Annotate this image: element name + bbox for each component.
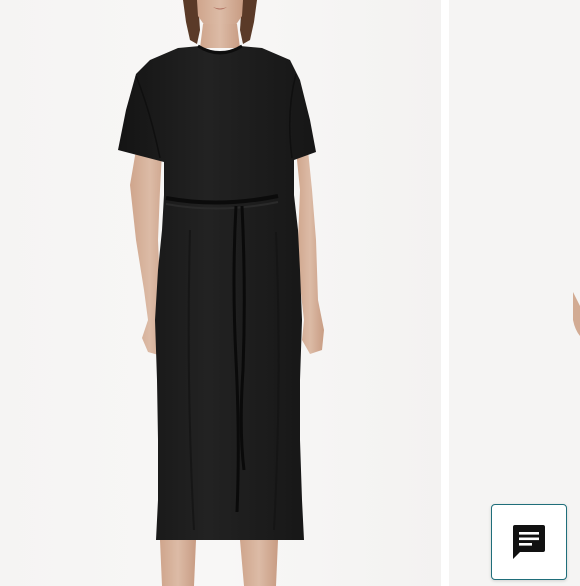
product-image-viewport — [0, 0, 580, 586]
chat-bubble-icon — [513, 525, 545, 559]
black-tshirt-dress-photo — [0, 0, 441, 586]
product-image-main[interactable] — [0, 0, 441, 586]
carousel-gap — [441, 0, 449, 586]
product-image-next[interactable] — [449, 0, 580, 586]
product-image-carousel[interactable] — [0, 0, 580, 586]
chat-button[interactable] — [491, 504, 567, 580]
partial-model-photo — [449, 0, 580, 586]
